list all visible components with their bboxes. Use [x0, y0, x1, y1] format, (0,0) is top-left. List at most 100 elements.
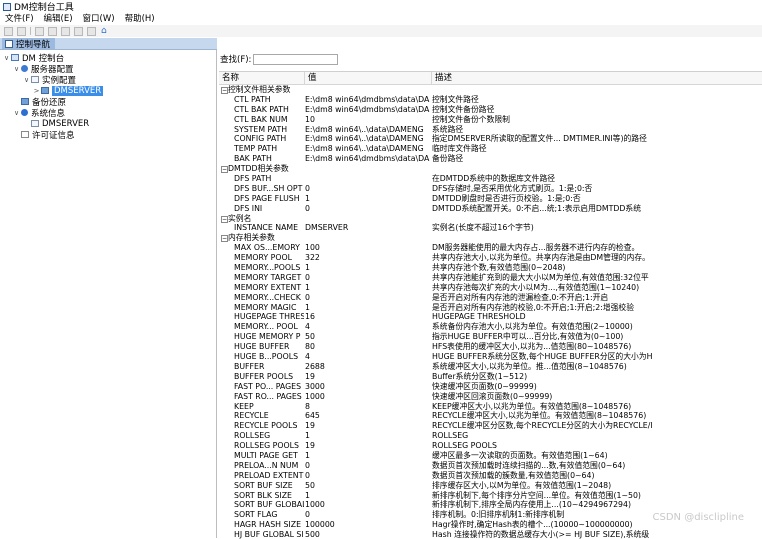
- group-row[interactable]: − DMTDD相关参数: [219, 164, 762, 174]
- table-row[interactable]: TEMP PATH E:\dm8 win64\..\data\DAMENG 临时库文…: [219, 144, 762, 154]
- param-value[interactable]: 1000: [305, 392, 430, 402]
- table-row[interactable]: MEMORY TARGET 0 共享内存池能扩充到的最大大小以M为单位,有效值范围:…: [219, 273, 762, 283]
- param-value[interactable]: 4: [305, 352, 430, 362]
- table-row[interactable]: DFS BUF...SH OPT 0 DFS存储时,是否采用优化方式刷页。1:是;0…: [219, 184, 762, 194]
- param-value[interactable]: 50: [305, 332, 430, 342]
- open-icon[interactable]: [17, 26, 26, 36]
- table-row[interactable]: CTL BAK PATH E:\dm8 win64\dmdbms\data\DAM…: [219, 105, 762, 115]
- column-header-name[interactable]: 名称: [219, 72, 305, 84]
- param-value[interactable]: E:\dm8 win64\dmdbms\data\DAMENG: [305, 154, 430, 164]
- param-value[interactable]: 50: [305, 481, 430, 491]
- table-row[interactable]: HUGEPAGE THRES 16 HUGEPAGE THRESHOLD: [219, 312, 762, 322]
- expand-toggle[interactable]: ∨: [12, 65, 21, 73]
- stop-icon[interactable]: [87, 26, 96, 36]
- param-value[interactable]: 1: [305, 451, 430, 461]
- table-row[interactable]: DFS PATH 在DMTDD系统中的数据库文件路径: [219, 174, 762, 184]
- column-header-desc[interactable]: 描述: [432, 72, 762, 84]
- tree-item-system-info[interactable]: ∨ 系统信息: [12, 107, 65, 119]
- param-value[interactable]: 100000: [305, 520, 430, 530]
- param-value[interactable]: 0: [305, 293, 430, 303]
- table-row[interactable]: BUFFER 2688 系统缓冲区大小,以兆为单位。推...值范围(8~104857…: [219, 362, 762, 372]
- expand-toggle[interactable]: ∨: [12, 109, 21, 117]
- table-row[interactable]: KEEP 8 KEEP缓冲区大小,以兆为单位。有效值范围(8~1048576): [219, 402, 762, 412]
- table-row[interactable]: HUGE B...POOLS 4 HUGE BUFFER系统分区数,每个HUGE B…: [219, 352, 762, 362]
- param-value[interactable]: 645: [305, 411, 430, 421]
- group-row[interactable]: − 控制文件相关参数: [219, 85, 762, 95]
- param-value[interactable]: 0: [305, 471, 430, 481]
- param-value[interactable]: 19: [305, 441, 430, 451]
- param-value[interactable]: 16: [305, 312, 430, 322]
- table-row[interactable]: CTL PATH E:\dm8 win64\dmdbms\data\DAMENG控…: [219, 95, 762, 105]
- param-value[interactable]: 0: [305, 184, 430, 194]
- table-row[interactable]: MAX OS...EMORY 100 DM服务器能使用的最大内存占...服务器不进行…: [219, 243, 762, 253]
- table-row[interactable]: ROLLSEG 1 ROLLSEG: [219, 431, 762, 441]
- param-value[interactable]: 0: [305, 461, 430, 471]
- table-row[interactable]: SORT BUF GLOBAL 1000 新排序机制下,排序全局内存使用上...(1…: [219, 500, 762, 510]
- param-value[interactable]: 19: [305, 372, 430, 382]
- table-row[interactable]: ROLLSEG POOLS 19 ROLLSEG POOLS: [219, 441, 762, 451]
- collapse-toggle-icon[interactable]: −: [221, 87, 228, 94]
- column-header-value[interactable]: 值: [305, 72, 432, 84]
- table-row[interactable]: RECYCLE POOLS 19 RECYCLE缓冲区分区数,每个RECYCLE分区…: [219, 421, 762, 431]
- table-row[interactable]: HUGE BUFFER 80 HFS表使用的缓冲区大小,以兆为...值范围(80~1…: [219, 342, 762, 352]
- table-row[interactable]: SYSTEM PATH E:\dm8 win64\..\data\DAMENG 系统…: [219, 125, 762, 135]
- table-row[interactable]: CONFIG PATH E:\dm8 win64\..\data\DAMENG 指定…: [219, 134, 762, 144]
- param-value[interactable]: DMSERVER: [305, 223, 430, 233]
- table-row[interactable]: FAST PO... PAGES 3000 快速缓冲区页面数(0~99999): [219, 382, 762, 392]
- table-row[interactable]: MEMORY MAGIC 1 是否开启对所有内存池的校验,0:不开启;1:开启;2:…: [219, 303, 762, 313]
- table-row[interactable]: MEMORY... POOL 4 系统备份内存池大小,以兆为单位。有效值范围(2~1…: [219, 322, 762, 332]
- param-value[interactable]: 1: [305, 491, 430, 501]
- forward-icon[interactable]: [61, 26, 70, 36]
- table-row[interactable]: MEMORY EXTENT 1 共享内存池每次扩充的大小以M为...,有效值范围(1…: [219, 283, 762, 293]
- table-row[interactable]: MEMORY...POOLS 1 共享内存池个数,有效值范围(0~2048): [219, 263, 762, 273]
- param-value[interactable]: 0: [305, 510, 430, 520]
- param-value[interactable]: 8: [305, 402, 430, 412]
- new-icon[interactable]: [4, 26, 13, 36]
- table-row[interactable]: RECYCLE 645 RECYCLE缓冲区大小,以兆为单位。有效值范围(8~104…: [219, 411, 762, 421]
- tree-item-backup-restore[interactable]: 备份还原: [12, 96, 66, 108]
- tab-control-navigation[interactable]: 控制导航: [2, 38, 56, 50]
- table-row[interactable]: MEMORY...CHECK 0 是否开启对所有内存池的泄漏检查,0:不开启;1:开…: [219, 293, 762, 303]
- refresh-icon[interactable]: [74, 26, 83, 36]
- table-row[interactable]: PRELOAD EXTENT 0 数据页首次预加载的簇数量,有效值范围(0~64): [219, 471, 762, 481]
- table-row[interactable]: DFS INI 0 DMTDD系统配置开关。0:不启...统;1:表示启用DMTDD…: [219, 204, 762, 214]
- menu-help[interactable]: 帮助(H): [120, 13, 160, 25]
- param-value[interactable]: 1: [305, 303, 430, 313]
- tree-item-license-info[interactable]: 许可证信息: [12, 129, 75, 141]
- tree-item-dmserver-info[interactable]: DMSERVER: [22, 118, 89, 129]
- table-row[interactable]: MEMORY POOL 322 共享内存池大小,以兆为单位。共享内存池是由DM管理的…: [219, 253, 762, 263]
- expand-toggle[interactable]: ∨: [2, 54, 11, 62]
- home-icon[interactable]: ⌂: [101, 26, 107, 36]
- expand-toggle[interactable]: ∨: [22, 76, 31, 84]
- param-value[interactable]: 4: [305, 322, 430, 332]
- tree-item-instance-config[interactable]: ∨ 实例配置: [22, 74, 76, 86]
- table-row[interactable]: BUFFER POOLS 19 Buffer系统分区数(1~512): [219, 372, 762, 382]
- collapse-toggle-icon[interactable]: −: [221, 235, 228, 243]
- param-value[interactable]: 19: [305, 421, 430, 431]
- table-row[interactable]: FAST RO... PAGES 1000 快速缓冲区回滚页面数(0~99999): [219, 392, 762, 402]
- table-row[interactable]: DFS PAGE FLUSH 1 DMTDD刷盘时是否进行页校验。1:是;0:否: [219, 194, 762, 204]
- group-row[interactable]: − 内存相关参数: [219, 233, 762, 243]
- param-value[interactable]: E:\dm8 win64\..\data\DAMENG: [305, 134, 430, 144]
- menu-window[interactable]: 窗口(W): [78, 13, 120, 25]
- param-value[interactable]: 0: [305, 204, 430, 214]
- param-value[interactable]: E:\dm8 win64\..\data\DAMENG: [305, 144, 430, 154]
- param-value[interactable]: E:\dm8 win64\dmdbms\data\DAMENG: [305, 95, 430, 105]
- menu-file[interactable]: 文件(F): [0, 13, 39, 25]
- collapse-toggle-icon[interactable]: −: [221, 215, 228, 223]
- param-value[interactable]: 3000: [305, 382, 430, 392]
- table-row[interactable]: INSTANCE NAME DMSERVER 实例名(长度不超过16个字节): [219, 223, 762, 233]
- param-value[interactable]: 1: [305, 263, 430, 273]
- param-value[interactable]: 100: [305, 243, 430, 253]
- table-row[interactable]: PRELOA...N NUM 0 数据页首次预加载时连续扫描的...数,有效值范围(…: [219, 461, 762, 471]
- back-icon[interactable]: [48, 26, 57, 36]
- param-value[interactable]: 10: [305, 115, 430, 125]
- table-row[interactable]: CTL BAK NUM 10 控制文件备份个数限制: [219, 115, 762, 125]
- param-value[interactable]: 1: [305, 431, 430, 441]
- param-value[interactable]: 80: [305, 342, 430, 352]
- search-input[interactable]: [253, 53, 339, 65]
- param-value[interactable]: 1: [305, 194, 430, 204]
- tree-item-server-config[interactable]: ∨ 服务器配置: [12, 63, 74, 75]
- param-value[interactable]: 0: [305, 273, 430, 283]
- collapse-toggle-icon[interactable]: −: [221, 166, 228, 174]
